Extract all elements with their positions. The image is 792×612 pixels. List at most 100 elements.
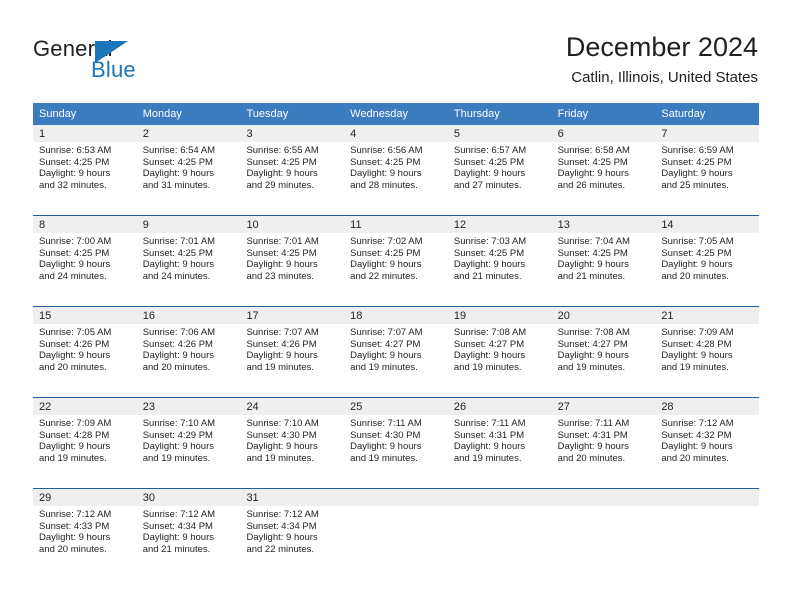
page-header: General Blue December 2024 Catlin, Illin…: [0, 0, 792, 98]
day-cell[interactable]: 6 Sunrise: 6:58 AM Sunset: 4:25 PM Dayli…: [551, 125, 656, 193]
daylight-text-line1: Daylight: 9 hours: [246, 259, 318, 271]
day-cell[interactable]: 17 Sunrise: 7:07 AM Sunset: 4:26 PM Dayl…: [240, 307, 345, 375]
sunset-text: Sunset: 4:30 PM: [246, 429, 317, 441]
daylight-text-line2: and 19 minutes.: [557, 361, 626, 373]
day-cell[interactable]: 22 Sunrise: 7:09 AM Sunset: 4:28 PM Dayl…: [33, 398, 137, 466]
sunrise-text: Sunrise: 7:12 AM: [246, 509, 319, 520]
day-cell-empty: [447, 489, 552, 557]
daylight-text-line2: and 19 minutes.: [142, 452, 211, 464]
day-cell[interactable]: 15 Sunrise: 7:05 AM Sunset: 4:26 PM Dayl…: [33, 307, 137, 375]
day-cell[interactable]: 12 Sunrise: 7:03 AM Sunset: 4:25 PM Dayl…: [447, 216, 552, 284]
day-cell[interactable]: 10 Sunrise: 7:01 AM Sunset: 4:25 PM Dayl…: [240, 216, 345, 284]
day-cell[interactable]: 5 Sunrise: 6:57 AM Sunset: 4:25 PM Dayli…: [447, 125, 552, 193]
day-cell[interactable]: 29 Sunrise: 7:12 AM Sunset: 4:33 PM Dayl…: [33, 489, 137, 557]
day-cell[interactable]: 25 Sunrise: 7:11 AM Sunset: 4:30 PM Dayl…: [344, 398, 448, 466]
daylight-text-line1: Daylight: 9 hours: [557, 259, 629, 271]
day-cell[interactable]: 23 Sunrise: 7:10 AM Sunset: 4:29 PM Dayl…: [136, 398, 241, 466]
sunset-text: Sunset: 4:33 PM: [39, 520, 110, 532]
daylight-text-line1: Daylight: 9 hours: [350, 168, 422, 180]
sunset-text: Sunset: 4:25 PM: [142, 247, 213, 259]
sunset-text: Sunset: 4:34 PM: [246, 520, 317, 532]
daylight-text-line2: and 32 minutes.: [39, 179, 107, 191]
day-number: 27: [557, 401, 570, 413]
daylight-text-line1: Daylight: 9 hours: [350, 441, 422, 453]
daylight-text-line2: and 21 minutes.: [453, 270, 522, 282]
day-cell[interactable]: 1 Sunrise: 6:53 AM Sunset: 4:25 PM Dayli…: [33, 125, 137, 193]
daylight-text-line1: Daylight: 9 hours: [661, 259, 733, 271]
daylight-text-line1: Daylight: 9 hours: [39, 350, 111, 362]
sunrise-text: Sunrise: 7:04 AM: [557, 236, 630, 247]
daylight-text-line2: and 23 minutes.: [246, 270, 315, 282]
general-blue-logo[interactable]: General Blue: [33, 36, 263, 88]
day-cell[interactable]: 20 Sunrise: 7:08 AM Sunset: 4:27 PM Dayl…: [551, 307, 656, 375]
daylight-text-line1: Daylight: 9 hours: [350, 350, 422, 362]
day-cell[interactable]: 21 Sunrise: 7:09 AM Sunset: 4:28 PM Dayl…: [655, 307, 760, 375]
day-cell[interactable]: 28 Sunrise: 7:12 AM Sunset: 4:32 PM Dayl…: [655, 398, 760, 466]
day-number: 16: [142, 310, 155, 322]
day-cell[interactable]: 2 Sunrise: 6:54 AM Sunset: 4:25 PM Dayli…: [136, 125, 241, 193]
day-cell[interactable]: 3 Sunrise: 6:55 AM Sunset: 4:25 PM Dayli…: [240, 125, 345, 193]
day-cell[interactable]: 27 Sunrise: 7:11 AM Sunset: 4:31 PM Dayl…: [551, 398, 656, 466]
daylight-text-line1: Daylight: 9 hours: [142, 532, 215, 544]
sunrise-text: Sunrise: 7:07 AM: [246, 327, 319, 338]
daylight-text-line1: Daylight: 9 hours: [142, 168, 215, 180]
daylight-text-line2: and 27 minutes.: [453, 179, 522, 191]
day-number: 7: [661, 128, 668, 140]
sunrise-text: Sunrise: 6:57 AM: [453, 145, 527, 156]
sunrise-text: Sunrise: 6:59 AM: [661, 145, 734, 156]
daylight-text-line1: Daylight: 9 hours: [557, 441, 629, 453]
day-cell[interactable]: 7 Sunrise: 6:59 AM Sunset: 4:25 PM Dayli…: [655, 125, 760, 193]
day-cell-empty: [551, 489, 656, 557]
daylight-text-line1: Daylight: 9 hours: [39, 168, 111, 180]
sunset-text: Sunset: 4:28 PM: [39, 429, 110, 441]
day-cell-empty: [344, 489, 448, 557]
day-cell[interactable]: 14 Sunrise: 7:05 AM Sunset: 4:25 PM Dayl…: [655, 216, 760, 284]
sunset-text: Sunset: 4:25 PM: [142, 156, 213, 168]
sunrise-text: Sunrise: 7:09 AM: [39, 418, 112, 429]
daylight-text-line2: and 19 minutes.: [661, 361, 729, 373]
sunrise-text: Sunrise: 7:09 AM: [661, 327, 734, 338]
day-number: 19: [453, 310, 467, 322]
daylight-text-line1: Daylight: 9 hours: [661, 350, 733, 362]
sunrise-text: Sunrise: 7:02 AM: [350, 236, 423, 247]
sunrise-text: Sunrise: 7:11 AM: [453, 418, 526, 429]
day-cell[interactable]: 9 Sunrise: 7:01 AM Sunset: 4:25 PM Dayli…: [136, 216, 241, 284]
day-cell[interactable]: 24 Sunrise: 7:10 AM Sunset: 4:30 PM Dayl…: [240, 398, 345, 466]
weekday-header-thursday: Thursday: [453, 108, 500, 120]
sunset-text: Sunset: 4:25 PM: [246, 247, 317, 259]
day-number: 5: [453, 128, 460, 140]
sunrise-text: Sunrise: 7:11 AM: [350, 418, 422, 429]
day-cell[interactable]: 13 Sunrise: 7:04 AM Sunset: 4:25 PM Dayl…: [551, 216, 656, 284]
sunset-text: Sunset: 4:34 PM: [142, 520, 213, 532]
weekday-header-saturday: Saturday: [661, 108, 706, 120]
day-number: 29: [39, 492, 52, 504]
sunrise-text: Sunrise: 7:01 AM: [246, 236, 319, 247]
day-cell[interactable]: 11 Sunrise: 7:02 AM Sunset: 4:25 PM Dayl…: [344, 216, 448, 284]
sunrise-text: Sunrise: 6:53 AM: [39, 145, 112, 156]
day-cell[interactable]: 19 Sunrise: 7:08 AM Sunset: 4:27 PM Dayl…: [447, 307, 552, 375]
day-cell[interactable]: 16 Sunrise: 7:06 AM Sunset: 4:26 PM Dayl…: [136, 307, 241, 375]
daylight-text-line1: Daylight: 9 hours: [246, 350, 318, 362]
day-cell[interactable]: 4 Sunrise: 6:56 AM Sunset: 4:25 PM Dayli…: [344, 125, 448, 193]
location-subtitle: Catlin, Illinois, United States: [571, 69, 758, 86]
day-cell[interactable]: 18 Sunrise: 7:07 AM Sunset: 4:27 PM Dayl…: [344, 307, 448, 375]
daylight-text-line2: and 22 minutes.: [246, 543, 315, 555]
week-spacer: [33, 193, 759, 215]
daylight-text-line1: Daylight: 9 hours: [39, 532, 111, 544]
daylight-text-line2: and 19 minutes.: [453, 361, 522, 373]
daylight-text-line2: and 20 minutes.: [661, 270, 729, 282]
day-cell[interactable]: 31 Sunrise: 7:12 AM Sunset: 4:34 PM Dayl…: [240, 489, 345, 557]
day-cell[interactable]: 30 Sunrise: 7:12 AM Sunset: 4:34 PM Dayl…: [136, 489, 241, 557]
sunrise-text: Sunrise: 7:05 AM: [39, 327, 112, 338]
sunset-text: Sunset: 4:25 PM: [557, 156, 628, 168]
daylight-text-line1: Daylight: 9 hours: [246, 168, 318, 180]
week-spacer: [33, 284, 759, 306]
daylight-text-line2: and 31 minutes.: [142, 179, 211, 191]
day-number: 26: [453, 401, 467, 413]
daylight-text-line1: Daylight: 9 hours: [350, 259, 422, 271]
daylight-text-line1: Daylight: 9 hours: [246, 532, 318, 544]
day-cell[interactable]: 26 Sunrise: 7:11 AM Sunset: 4:31 PM Dayl…: [447, 398, 552, 466]
sunset-text: Sunset: 4:25 PM: [453, 156, 525, 168]
calendar-grid: Sunday Monday Tuesday Wednesday Thursday…: [33, 103, 760, 557]
day-cell[interactable]: 8 Sunrise: 7:00 AM Sunset: 4:25 PM Dayli…: [33, 216, 137, 284]
